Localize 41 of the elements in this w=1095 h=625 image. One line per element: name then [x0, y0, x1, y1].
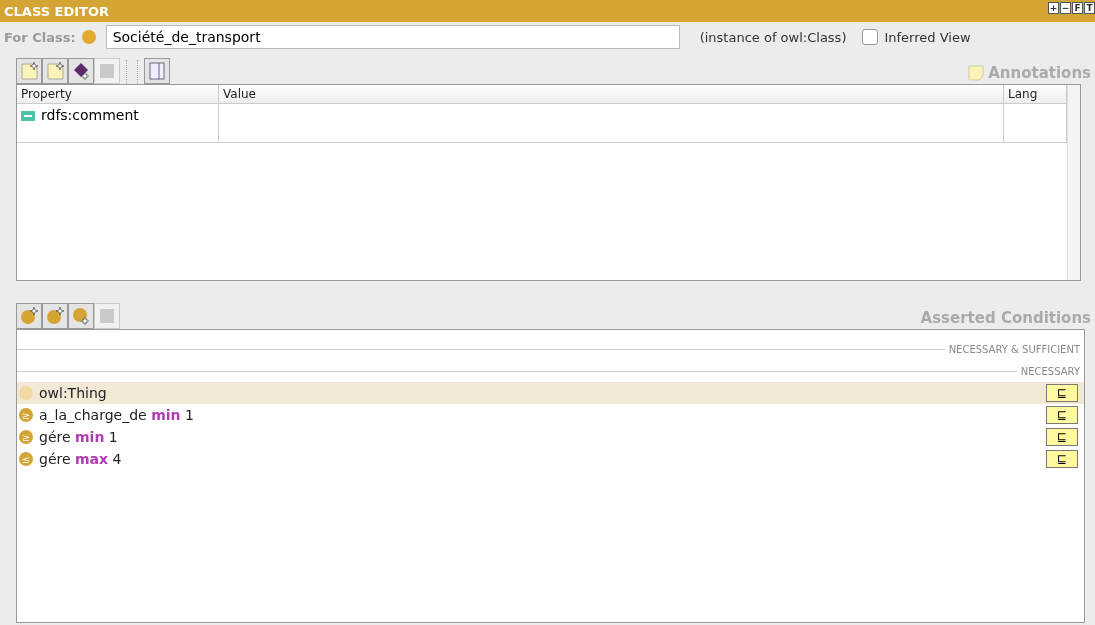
subclass-button[interactable]: ⊑	[1046, 406, 1078, 424]
title-bar-button[interactable]: T	[1084, 2, 1095, 14]
title-bar-button[interactable]: +	[1048, 2, 1059, 14]
restriction-icon: ≤	[19, 452, 33, 466]
window-title: CLASS EDITOR	[4, 3, 109, 19]
condition-text: gére min 1	[39, 429, 119, 445]
column-header: Property	[17, 85, 219, 103]
panel-icon	[147, 61, 167, 81]
condition-row[interactable]: ≤ gére max 4 ⊑	[17, 448, 1084, 470]
note-icon	[968, 65, 985, 81]
section-heading: NECESSARY	[1020, 365, 1080, 377]
class-name-field[interactable]: Société_de_transport	[105, 25, 680, 49]
property-icon	[21, 111, 35, 121]
class-icon	[19, 386, 33, 400]
condition-text: a_la_charge_de min 1	[39, 407, 195, 423]
subclass-button[interactable]: ⊑	[1046, 428, 1078, 446]
restriction-icon: ≥	[19, 408, 33, 422]
condition-row[interactable]: owl:Thing ⊑	[17, 382, 1084, 404]
delete-icon	[97, 306, 117, 326]
condition-row[interactable]: ≥ gére min 1 ⊑	[17, 426, 1084, 448]
for-class-label: For Class:	[4, 29, 76, 45]
inferred-view-checkbox[interactable]	[862, 29, 879, 45]
restriction-icon: ≥	[19, 430, 33, 444]
annotations-label: Annotations	[988, 64, 1091, 82]
class-icon	[81, 30, 96, 44]
delete-icon	[97, 61, 117, 81]
asserted-conditions-title: Asserted Conditions	[920, 309, 1091, 327]
toolbar-button[interactable]	[68, 58, 94, 84]
instance-of-text: (instance of owl:Class)	[699, 29, 847, 45]
column-header: Value	[219, 85, 1004, 103]
section-heading: NECESSARY & SUFFICIENT	[948, 343, 1080, 355]
table-cell: rdfs:comment	[41, 107, 139, 123]
condition-row[interactable]: ≥ a_la_charge_de min 1 ⊑	[17, 404, 1084, 426]
subclass-button[interactable]: ⊑	[1046, 450, 1078, 468]
subclass-button[interactable]: ⊑	[1046, 384, 1078, 402]
title-bar-button[interactable]: F	[1072, 2, 1083, 14]
scrollbar[interactable]	[1067, 85, 1080, 280]
inferred-view-label: Inferred View	[884, 29, 971, 45]
condition-text: owl:Thing	[39, 385, 108, 401]
condition-text: gére max 4	[39, 451, 123, 467]
title-bar-button[interactable]: −	[1060, 2, 1071, 14]
